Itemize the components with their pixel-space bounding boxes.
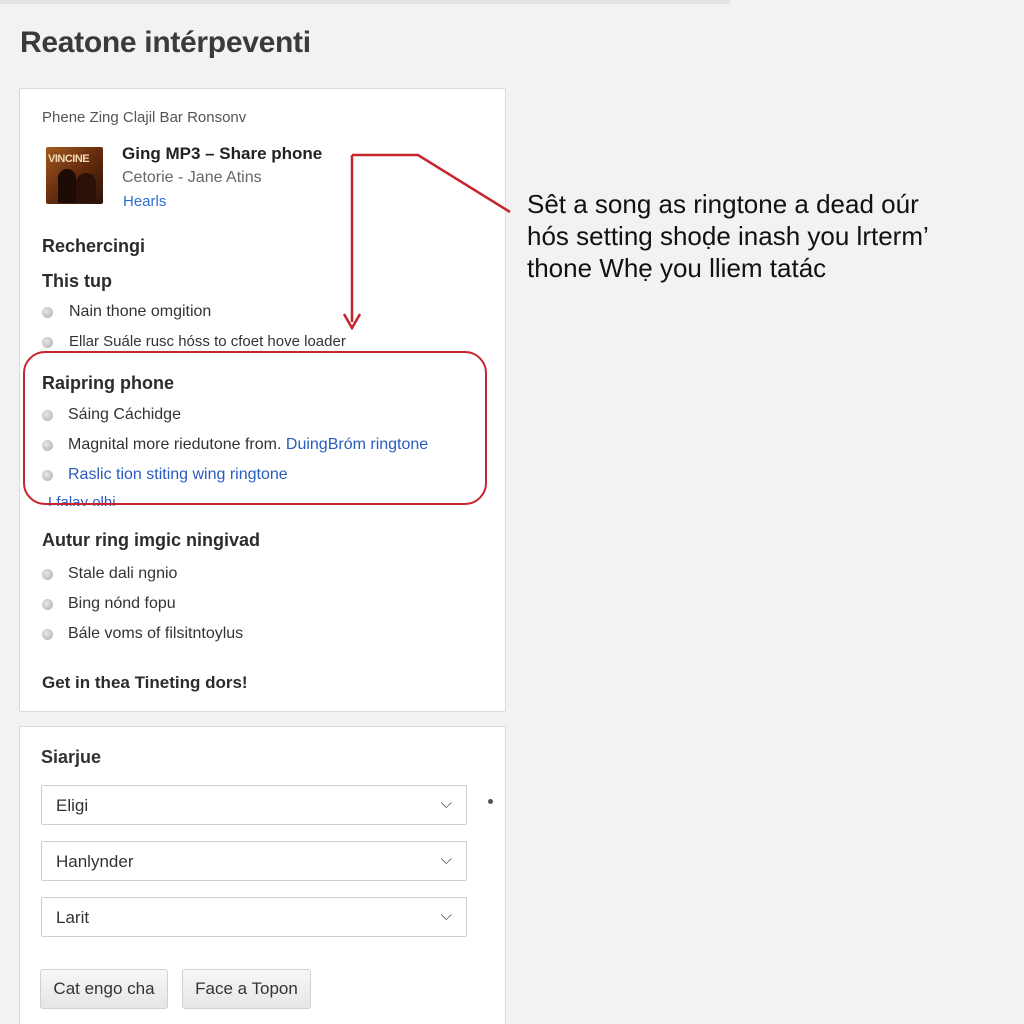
annotation-arrows [342, 153, 511, 331]
callout-pointer-line [352, 153, 511, 214]
